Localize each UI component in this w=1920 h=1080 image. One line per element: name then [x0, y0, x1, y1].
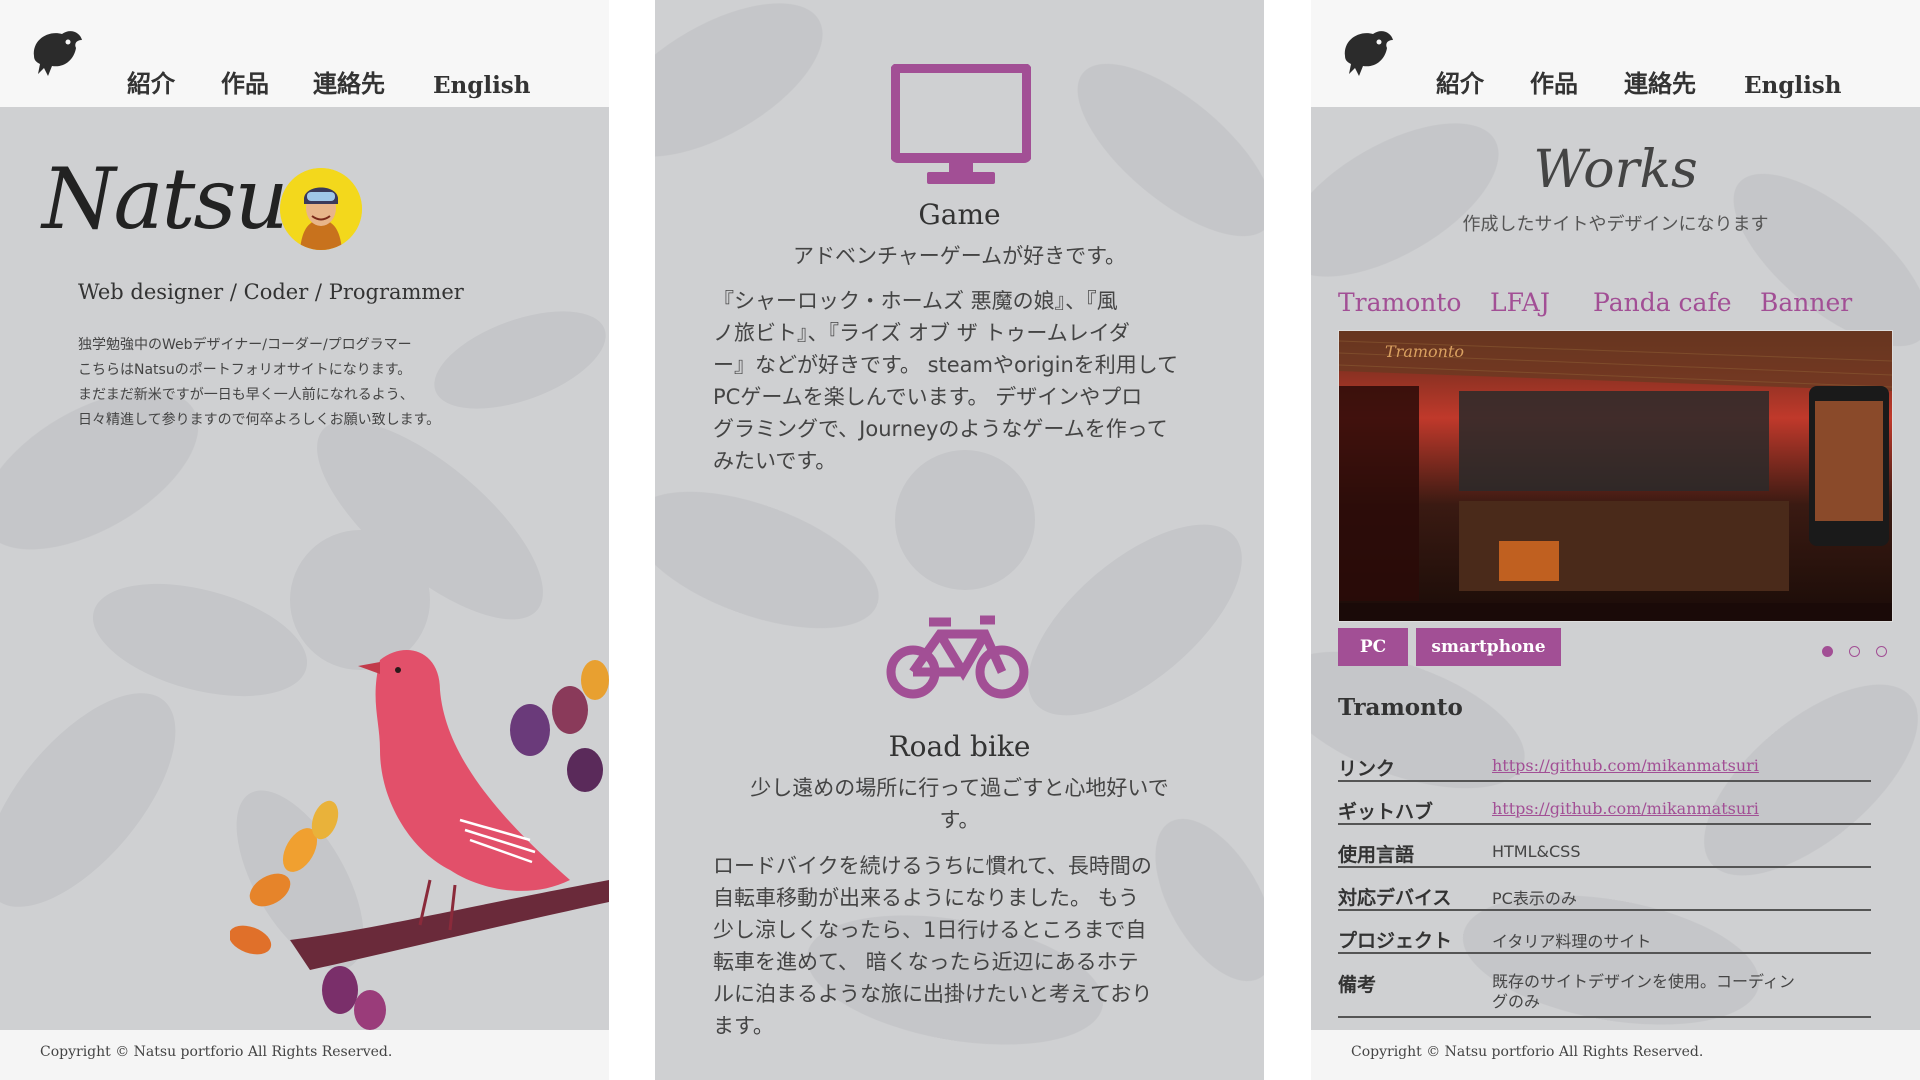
avatar: [280, 168, 362, 250]
copyright: Copyright © Natsu portforio All Rights R…: [1351, 1044, 1704, 1060]
spec-label: 備考: [1338, 974, 1377, 996]
profile-roles: Web designer / Coder / Programmer: [78, 280, 464, 304]
spec-row-link: リンク https://github.com/mikanmatsuri: [1338, 744, 1871, 782]
nav-intro[interactable]: 紹介: [1436, 64, 1484, 99]
hobby-title-game: Game: [918, 198, 1001, 231]
body-line: 『シャーロック・ホームズ 悪魔の娘』、『風: [713, 289, 1118, 313]
works-subtitle: 作成したサイトやデザインになります: [1462, 214, 1769, 235]
nav-intro[interactable]: 紹介: [127, 64, 175, 99]
copyright: Copyright © Natsu portforio All Rights R…: [40, 1044, 393, 1060]
profile-name: Natsu: [42, 150, 289, 248]
spec-value: PC表示のみ: [1492, 889, 1577, 908]
nav-english[interactable]: English: [433, 72, 530, 99]
spec-row-notes: 備考 既存のサイトデザインを使用。コーディン グのみ: [1338, 960, 1871, 1018]
body-line: 少し涼しくなったら、1日行けるところまで自: [713, 918, 1147, 942]
work-screenshot[interactable]: Tramonto: [1338, 330, 1893, 622]
works-tab-tramonto[interactable]: Tramonto: [1338, 288, 1462, 317]
works-title: Works: [1533, 140, 1698, 200]
spec-value-line: グのみ: [1492, 992, 1541, 1011]
profile-intro: 独学勉強中のWebデザイナー/コーダー/プログラマー こちらはNatsuのポート…: [78, 333, 498, 433]
hobby-title-bike: Road bike: [888, 730, 1031, 763]
main-nav: 紹介 作品 連絡先 English: [0, 69, 609, 99]
smartphone-view-label: smartphone: [1431, 637, 1546, 657]
nav-contact[interactable]: 連絡先: [313, 64, 385, 99]
carousel-dot[interactable]: [1822, 646, 1833, 657]
hobby-body-game: 『シャーロック・ホームズ 悪魔の娘』、『風 ノ旅ビト』、『ライズ オブ ザ トゥ…: [713, 285, 1203, 477]
spec-row-language: 使用言語 HTML&CSS: [1338, 830, 1871, 868]
spec-value-line: 既存のサイトデザインを使用。コーディン: [1492, 972, 1795, 991]
body-line: ルに泊まるような旅に出掛けたいと考えており: [713, 982, 1153, 1006]
bicycle-icon: [886, 615, 1029, 699]
works-tab-lfaj[interactable]: LFAJ: [1490, 288, 1550, 317]
nav-english[interactable]: English: [1744, 72, 1841, 99]
main-nav: 紹介 作品 連絡先 English: [1311, 69, 1920, 99]
project-name: Tramonto: [1338, 694, 1463, 721]
pc-view-label: PC: [1359, 637, 1387, 657]
body-line: PCゲームを楽しんでいます。 デザインやプロ: [713, 385, 1143, 409]
spec-row-project: プロジェクト イタリア料理のサイト: [1338, 916, 1871, 954]
body-line: グラミングで、Journeyのようなゲームを作って: [713, 417, 1168, 441]
spec-value: 既存のサイトデザインを使用。コーディン グのみ: [1492, 972, 1795, 1012]
body-line: 自転車移動が出来るようになりました。 もう: [713, 886, 1140, 910]
spec-row-github: ギットハブ https://github.com/mikanmatsuri: [1338, 787, 1871, 825]
spec-value: HTML&CSS: [1492, 842, 1581, 861]
hobbies-panel: Game アドベンチャーゲームが好きです。 『シャーロック・ホームズ 悪魔の娘』…: [655, 0, 1264, 1080]
hobby-subtitle-game: アドベンチャーゲームが好きです。: [792, 244, 1127, 268]
site-footer: Copyright © Natsu portforio All Rights R…: [0, 1030, 609, 1080]
body-line: ー』などが好きです。 steamやoriginを利用して: [713, 353, 1179, 377]
body-line: みたいです。: [713, 449, 837, 473]
spec-label: リンク: [1338, 758, 1396, 780]
screenshot-title: Tramonto: [1385, 342, 1464, 361]
intro-panel: 紹介 作品 連絡先 English Natsu Web designer / C…: [0, 0, 609, 1080]
hobby-body-bike: ロードバイクを続けるうちに慣れて、長時間の 自転車移動が出来るようになりました。…: [713, 850, 1203, 1042]
intro-line: こちらはNatsuのポートフォリオサイトになります。: [78, 362, 412, 378]
body-line: ノ旅ビト』、『ライズ オブ ザ トゥームレイダ: [713, 321, 1130, 345]
nav-works[interactable]: 作品: [221, 64, 269, 99]
works-panel: 紹介 作品 連絡先 English Works 作成したサイトやデザインになりま…: [1311, 0, 1920, 1080]
carousel-dot[interactable]: [1876, 646, 1887, 657]
intro-line: 独学勉強中のWebデザイナー/コーダー/プログラマー: [78, 337, 412, 353]
smartphone-view-button[interactable]: smartphone: [1416, 628, 1561, 666]
intro-line: まだまだ新米ですが一日も早く一人前になれるよう、: [78, 387, 414, 403]
spec-label: 使用言語: [1338, 844, 1415, 866]
body-line: ロードバイクを続けるうちに慣れて、長時間の: [713, 854, 1152, 878]
site-header: 紹介 作品 連絡先 English: [0, 0, 609, 107]
subtitle-line: 少し遠めの場所に行って過ごすと心地好いで: [750, 776, 1169, 800]
hobby-subtitle-bike: 少し遠めの場所に行って過ごすと心地好いで す。: [705, 772, 1214, 836]
works-tab-banner[interactable]: Banner: [1760, 288, 1852, 317]
works-tab-panda-cafe[interactable]: Panda cafe: [1593, 288, 1732, 317]
spec-label: ギットハブ: [1338, 801, 1434, 823]
github-url[interactable]: https://github.com/mikanmatsuri: [1492, 799, 1759, 818]
site-footer: Copyright © Natsu portforio All Rights R…: [1311, 1030, 1920, 1080]
body-line: ます。: [713, 1014, 774, 1038]
pc-view-button[interactable]: PC: [1338, 628, 1408, 666]
intro-line: 日々精進して参りますので何卒よろしくお願い致します。: [78, 412, 441, 428]
subtitle-line: す。: [939, 808, 980, 832]
site-header: 紹介 作品 連絡先 English: [1311, 0, 1920, 107]
nav-contact[interactable]: 連絡先: [1624, 64, 1696, 99]
spec-label: 対応デバイス: [1338, 887, 1452, 909]
spec-label: プロジェクト: [1338, 930, 1453, 952]
carousel-dot[interactable]: [1849, 646, 1860, 657]
spec-value: イタリア料理のサイト: [1492, 932, 1652, 951]
bird-illustration: [230, 650, 609, 1030]
monitor-icon: [891, 64, 1031, 184]
link-url[interactable]: https://github.com/mikanmatsuri: [1492, 756, 1759, 775]
nav-works[interactable]: 作品: [1530, 64, 1578, 99]
spec-row-device: 対応デバイス PC表示のみ: [1338, 873, 1871, 911]
body-line: 転車を進めて、 暗くなったら近辺にあるホテ: [713, 950, 1139, 974]
